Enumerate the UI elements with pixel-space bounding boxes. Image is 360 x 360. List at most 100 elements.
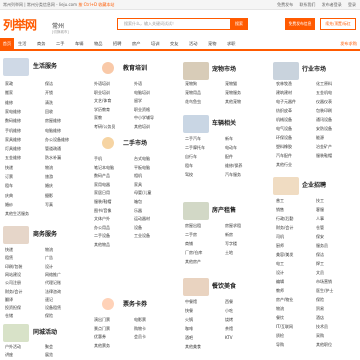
education-link[interactable]: 家教 — [94, 115, 102, 121]
market-link[interactable]: 二手设备 — [94, 234, 110, 239]
market-link[interactable]: 文体户外 — [94, 216, 110, 222]
industry-link[interactable]: 纺织皮革 — [276, 108, 292, 114]
industry-link[interactable]: 冶金矿产 — [316, 144, 332, 150]
pets-link[interactable]: 宠物服务 — [225, 90, 241, 96]
life-link[interactable]: 写真 — [45, 202, 53, 208]
nav-item-resume[interactable]: 求职 — [227, 41, 235, 46]
jobs-link[interactable]: 行政/后勤 — [276, 216, 293, 222]
jobs-link[interactable]: 酒店 — [316, 315, 324, 321]
search-button[interactable]: 搜索 — [230, 18, 248, 30]
cars-link[interactable]: 汽车服务 — [225, 172, 241, 178]
life-link[interactable]: 摄影 — [45, 193, 53, 199]
life-link[interactable]: 五金维修 — [5, 156, 21, 161]
events-link[interactable]: 聚会 — [45, 344, 53, 350]
jobs-link[interactable]: 文员 — [316, 270, 324, 276]
life-link[interactable]: 管道疏通 — [45, 146, 61, 152]
food-link[interactable]: 咖啡 — [185, 326, 193, 332]
business-link[interactable]: 印刷/包装 — [5, 264, 22, 270]
jobs-link[interactable]: 客服 — [316, 207, 324, 213]
market-link[interactable]: 家居日用 — [94, 191, 110, 196]
life-link[interactable]: 维修 — [5, 100, 13, 106]
jobs-link[interactable]: 房产/物业 — [276, 297, 293, 303]
jobs-link[interactable]: 仓管 — [316, 225, 324, 231]
life-link[interactable]: 物流 — [45, 165, 53, 171]
business-link[interactable]: 网站建设 — [5, 272, 21, 278]
jobs-link[interactable]: 财务/会计 — [276, 225, 293, 231]
market-link[interactable]: 乐器 — [134, 208, 142, 214]
life-link[interactable]: 搬家 — [5, 90, 13, 96]
jobs-link[interactable]: IT/互联网 — [276, 324, 293, 330]
house-link[interactable]: 土地 — [225, 250, 233, 256]
events-link[interactable]: 展览 — [45, 352, 53, 358]
education-link[interactable]: 学历教育 — [94, 107, 110, 113]
pets-link[interactable]: 花鸟鱼虫 — [185, 99, 201, 105]
nav-item-events[interactable]: 活动 — [189, 41, 197, 46]
jobs-link[interactable]: 焊工 — [316, 261, 324, 267]
industry-link[interactable]: 服装鞋帽 — [316, 153, 332, 159]
market-link[interactable]: 箱包 — [134, 199, 142, 205]
life-link[interactable]: 办公设备维修 — [45, 137, 69, 143]
education-link[interactable]: 外语培训 — [94, 81, 110, 87]
food-link[interactable]: 茶馆 — [225, 326, 233, 332]
market-link[interactable]: 工业设备 — [134, 234, 150, 239]
jobs-link[interactable]: 人事 — [316, 216, 324, 222]
business-link[interactable]: 投资担保 — [5, 305, 21, 311]
events-link[interactable]: 户外活动 — [5, 344, 21, 350]
life-link[interactable]: 租车 — [5, 183, 13, 189]
business-link[interactable]: 法律咨询 — [45, 289, 61, 295]
industry-link[interactable]: 机械设备 — [276, 117, 292, 123]
business-link[interactable]: 网络推广 — [45, 272, 61, 278]
market-link[interactable]: 办公用品 — [94, 225, 110, 231]
cars-link[interactable]: 租车 — [185, 163, 193, 169]
business-link[interactable]: 快递 — [5, 247, 13, 253]
house-link[interactable]: 房屋求租 — [225, 223, 241, 229]
education-link[interactable]: 考研/公务员 — [94, 124, 115, 130]
industry-link[interactable]: 建筑建材 — [276, 90, 292, 96]
life-link[interactable]: 清洗 — [45, 100, 53, 106]
nav-item-jobs[interactable]: 招聘 — [113, 41, 121, 46]
food-link[interactable]: KTV — [225, 335, 233, 341]
life-link[interactable]: 电脑维修 — [45, 128, 61, 134]
food-link[interactable]: 烧烤 — [225, 317, 233, 323]
pets-link[interactable]: 宠物猫 — [225, 81, 237, 87]
market-link[interactable]: 母婴/儿童 — [134, 191, 151, 196]
jobs-link[interactable]: 保洁 — [316, 252, 324, 258]
cars-link[interactable]: 电动车 — [225, 145, 237, 151]
pets-link[interactable]: 其他宠物 — [225, 99, 241, 105]
business-link[interactable]: 仓储 — [5, 314, 13, 319]
pets-link[interactable]: 宠物用品 — [185, 90, 201, 96]
market-link[interactable]: 家具 — [134, 182, 142, 188]
nav-item-goods[interactable]: 物品 — [94, 41, 102, 46]
top-link-post[interactable]: 免费发布 — [277, 2, 293, 7]
business-link[interactable]: 设计 — [45, 264, 53, 270]
nav-item-life[interactable]: 生活 — [18, 41, 26, 46]
cars-link[interactable]: 新车 — [225, 136, 233, 142]
nav-post-wanted[interactable]: 发布求购 — [340, 41, 357, 46]
education-link[interactable]: 电脑培训 — [134, 90, 150, 96]
education-link[interactable]: 职业资格 — [134, 107, 150, 113]
nav-item-pets[interactable]: 宠物 — [208, 41, 216, 46]
education-link[interactable]: 中小学辅导 — [134, 115, 154, 121]
jobs-link[interactable]: 厨师 — [276, 243, 284, 249]
life-link[interactable]: 婚纱 — [5, 202, 13, 208]
life-link[interactable]: 家政 — [5, 81, 13, 87]
life-link[interactable]: 庆典 — [5, 193, 13, 199]
tickets-link[interactable]: 其他票务 — [94, 343, 110, 349]
market-link[interactable]: 平板电脑 — [134, 165, 150, 171]
cars-link[interactable]: 配件 — [225, 154, 233, 160]
food-link[interactable]: 酒吧 — [185, 335, 193, 341]
market-link[interactable]: 相机 — [134, 173, 142, 179]
jobs-link[interactable]: 编辑 — [276, 279, 284, 285]
food-link[interactable]: 西餐 — [225, 299, 233, 305]
jobs-link[interactable]: 司机 — [276, 234, 284, 240]
industry-link[interactable]: 能源 — [316, 135, 324, 141]
education-link[interactable]: 其他培训 — [134, 124, 150, 130]
life-link[interactable]: 家电维修 — [5, 109, 21, 115]
pets-link[interactable]: 宠物狗 — [185, 81, 197, 87]
food-link[interactable]: 其他美食 — [185, 344, 201, 350]
tickets-link[interactable]: 演出门票 — [94, 317, 110, 323]
tickets-link[interactable]: 景点门票 — [94, 326, 110, 332]
tickets-link[interactable]: 优惠券 — [94, 334, 106, 340]
industry-link[interactable]: 农林牧渔 — [276, 81, 292, 87]
market-link[interactable]: 家用电器 — [94, 182, 110, 188]
